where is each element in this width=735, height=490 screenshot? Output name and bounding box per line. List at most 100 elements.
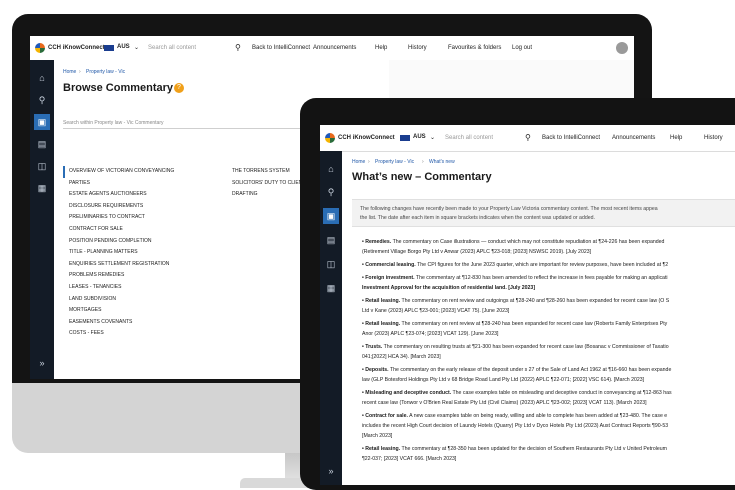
cch-logo-icon: [35, 43, 45, 53]
toc-item[interactable]: SOLICITORS' DUTY TO CLIENTS: [232, 178, 309, 190]
region-select[interactable]: AUS: [413, 134, 426, 140]
expand-icon[interactable]: »: [34, 355, 50, 371]
list-item: • Commercial leasing. The CPI figures fo…: [362, 262, 669, 268]
breadcrumb-sep: ›: [368, 159, 370, 165]
favourites-link[interactable]: Favourites & folders: [448, 45, 501, 51]
breadcrumb-sep: ›: [422, 159, 424, 165]
toc-column-2: THE TORRENS SYSTEM SOLICITORS' DUTY TO C…: [232, 166, 309, 201]
tablet-sidebar: ⌂ ⚲ ▣ ▤ ◫ ▦ »: [320, 151, 342, 485]
breadcrumb-home[interactable]: Home: [352, 159, 365, 165]
book-icon[interactable]: ◫: [323, 256, 339, 272]
whats-new-page: Home › Property law - Vic › What's new W…: [342, 151, 735, 485]
list-item: 041;[2022] HCA 34). [March 2023]: [362, 354, 441, 360]
list-item: [March 2023]: [362, 433, 393, 439]
calculator-icon[interactable]: ▦: [323, 280, 339, 296]
toc-item[interactable]: ENQUIRIES SETTLEMENT REGISTRATION: [63, 259, 174, 271]
search-icon[interactable]: ⚲: [525, 133, 531, 142]
briefcase-icon[interactable]: ▣: [323, 208, 339, 224]
search-icon[interactable]: ⚲: [235, 43, 241, 52]
cch-logo-icon: [325, 133, 335, 143]
toc-item[interactable]: COSTS - FEES: [63, 328, 174, 340]
toc-item[interactable]: LEASES - TENANCIES: [63, 282, 174, 294]
list-item: (Retirement Village Borgo Pty Ltd v Anwa…: [362, 249, 592, 255]
toc-item[interactable]: CONTRACT FOR SALE: [63, 224, 174, 236]
user-avatar-icon[interactable]: [616, 42, 628, 54]
toc-item[interactable]: LAND SUBDIVISION: [63, 294, 174, 306]
toc-item[interactable]: PROBLEMS REMEDIES: [63, 270, 174, 282]
history-link[interactable]: History: [408, 45, 427, 51]
document-icon[interactable]: ▤: [323, 232, 339, 248]
toc-item[interactable]: THE TORRENS SYSTEM: [232, 166, 309, 178]
home-icon[interactable]: ⌂: [323, 161, 339, 177]
page-title: What’s new – Commentary: [352, 171, 492, 183]
expand-icon[interactable]: »: [323, 463, 339, 479]
toc-item[interactable]: PRELIMINARIES TO CONTRACT: [63, 212, 174, 224]
chevron-down-icon[interactable]: ⌄: [134, 44, 139, 51]
breadcrumb-whats-new[interactable]: What's new: [429, 159, 455, 165]
announcements-link[interactable]: Announcements: [612, 135, 655, 141]
au-flag-icon: [104, 45, 114, 51]
list-item: • Remedies. The commentary on Case illus…: [362, 239, 665, 245]
breadcrumb-home[interactable]: Home: [63, 69, 76, 75]
page-title: Browse Commentary: [63, 82, 174, 94]
global-search-input[interactable]: Search all content: [148, 45, 196, 51]
home-icon[interactable]: ⌂: [34, 70, 50, 86]
help-link[interactable]: Help: [375, 45, 387, 51]
back-to-intelliconnect-link[interactable]: Back to IntelliConnect: [252, 45, 310, 51]
list-item: • Retail leasing. The commentary on rent…: [362, 298, 670, 304]
help-link[interactable]: Help: [670, 135, 682, 141]
briefcase-icon[interactable]: ▣: [34, 114, 50, 130]
breadcrumb-sep: ›: [79, 69, 81, 75]
brand-name: CCH iKnowConnect: [48, 45, 105, 51]
toc-item[interactable]: EASEMENTS COVENANTS: [63, 317, 174, 329]
search-icon[interactable]: ⚲: [323, 184, 339, 200]
list-item: • Retail leasing. The commentary on rent…: [362, 321, 668, 327]
toc-item-overview[interactable]: OVERVIEW OF VICTORIAN CONVEYANCING: [63, 166, 174, 178]
toc-item[interactable]: ESTATE AGENTS AUCTIONEERS: [63, 189, 174, 201]
intro-box: The following changes have recently been…: [352, 199, 735, 227]
global-search-input[interactable]: Search all content: [445, 135, 493, 141]
list-item: • Retail leasing. The commentary at ¶28-…: [362, 446, 667, 452]
toc-item[interactable]: PARTIES: [63, 178, 174, 190]
list-item: Anor (2023) APLC ¶23-074; [2023] VCAT 12…: [362, 331, 499, 337]
intro-line: The following changes have recently been…: [360, 206, 658, 212]
book-icon[interactable]: ◫: [34, 158, 50, 174]
toc-column-1: OVERVIEW OF VICTORIAN CONVEYANCING PARTI…: [63, 166, 174, 340]
intro-line: the list. The date after each item in sq…: [360, 215, 595, 221]
commentary-search-input[interactable]: Search within Property law - Vic Comment…: [63, 120, 164, 126]
desktop-sidebar: ⌂ ⚲ ▣ ▤ ◫ ▦ »: [30, 60, 54, 379]
breadcrumb-property-law[interactable]: Property law - Vic: [86, 69, 125, 75]
announcements-link[interactable]: Announcements: [313, 45, 356, 51]
list-item: recent case law (Tonwor v O'Brien Real E…: [362, 400, 647, 406]
back-to-intelliconnect-link[interactable]: Back to IntelliConnect: [542, 135, 600, 141]
help-badge-icon[interactable]: ?: [174, 83, 184, 93]
region-select[interactable]: AUS: [117, 44, 130, 50]
toc-item[interactable]: DISCLOSURE REQUIREMENTS: [63, 201, 174, 213]
tablet-screen: CCH iKnowConnect AUS ⌄ Search all conten…: [320, 125, 735, 485]
search-icon[interactable]: ⚲: [34, 92, 50, 108]
document-icon[interactable]: ▤: [34, 136, 50, 152]
toc-item[interactable]: POSITION PENDING COMPLETION: [63, 236, 174, 248]
history-link[interactable]: History: [704, 135, 723, 141]
logout-link[interactable]: Log out: [512, 45, 532, 51]
list-item: • Deposits. The commentary on the early …: [362, 367, 672, 373]
list-item: includes the recent High Court decision …: [362, 423, 669, 429]
list-item: ¶22-037; [2023] VCAT 666. [March 2023]: [362, 456, 457, 462]
list-item: • Contract for sale. A new case examples…: [362, 413, 668, 419]
tablet-topbar: CCH iKnowConnect AUS ⌄ Search all conten…: [320, 125, 735, 152]
chevron-down-icon[interactable]: ⌄: [430, 134, 435, 141]
toc-item[interactable]: TITLE - PLANNING MATTERS: [63, 247, 174, 259]
au-flag-icon: [400, 135, 410, 141]
list-item: Investment Approval for the acquisition …: [362, 285, 536, 291]
toc-item[interactable]: MORTGAGES: [63, 305, 174, 317]
list-item: Ltd v Kane (2023) APLC ¶23-001; [2023] V…: [362, 308, 510, 314]
brand-name: CCH iKnowConnect: [338, 135, 395, 141]
list-item: • Foreign investment. The commentary at …: [362, 275, 668, 281]
list-item: law (GLP Botesford Holdings Pty Ltd v 68…: [362, 377, 645, 383]
breadcrumb-property-law[interactable]: Property law - Vic: [375, 159, 414, 165]
desktop-topbar: CCH iKnowConnect AUS ⌄ Search all conten…: [30, 36, 634, 61]
list-item: • Trusts. The commentary on resulting tr…: [362, 344, 669, 350]
toc-item[interactable]: DRAFTING: [232, 189, 309, 201]
list-item: • Misleading and deceptive conduct. The …: [362, 390, 672, 396]
calculator-icon[interactable]: ▦: [34, 180, 50, 196]
